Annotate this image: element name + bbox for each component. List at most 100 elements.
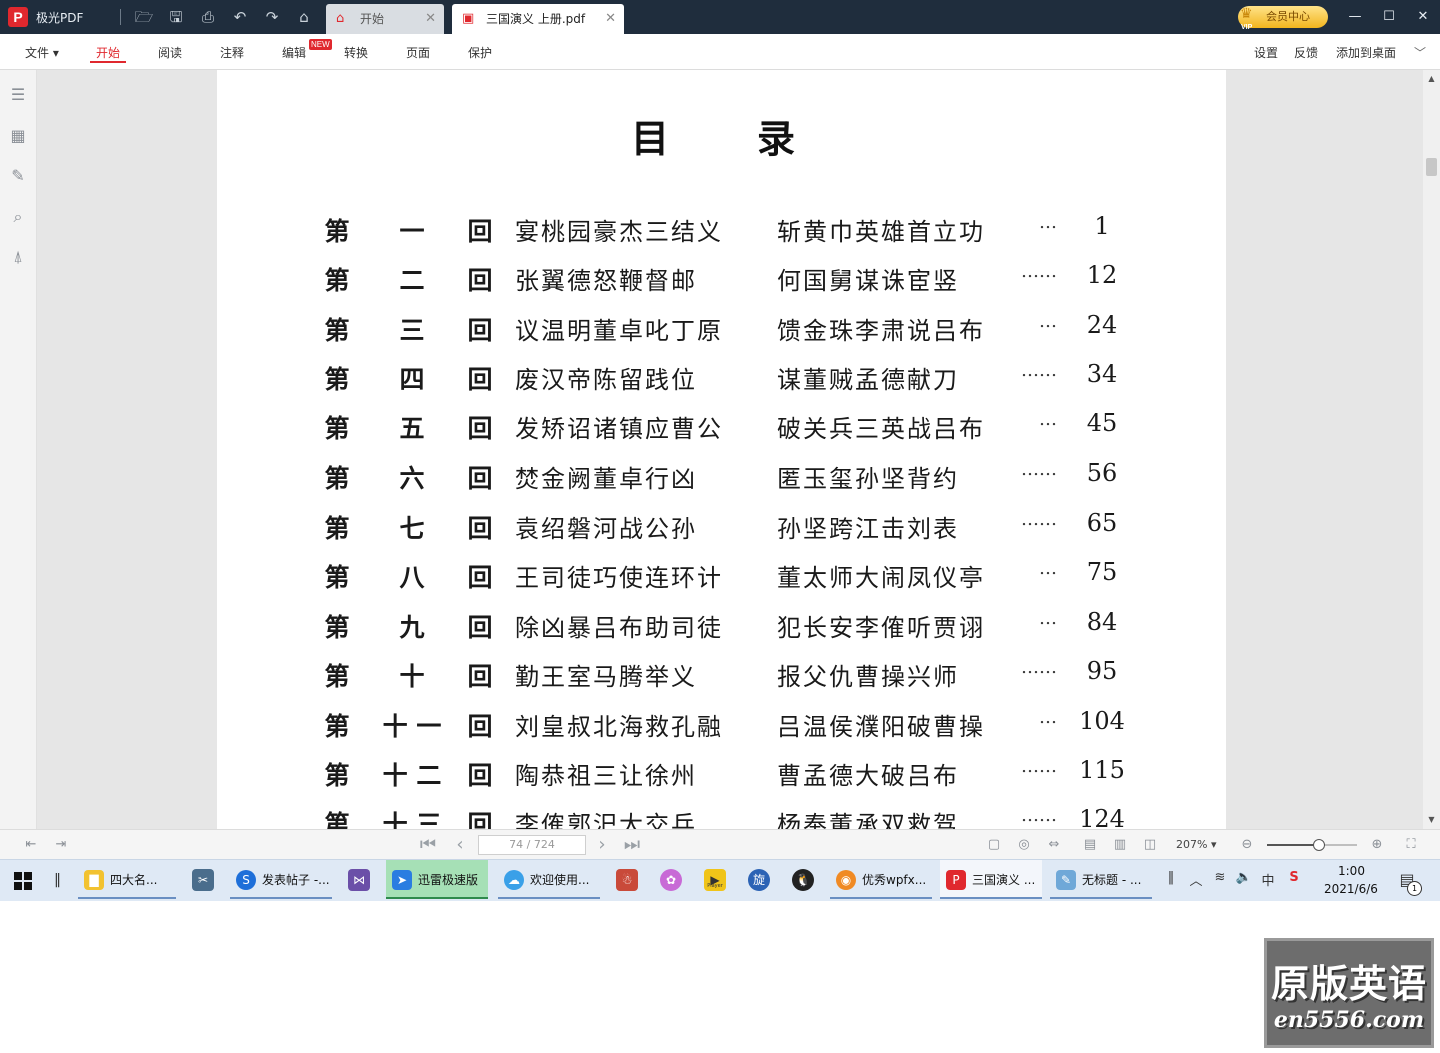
toc-leader-dots: …… (1021, 756, 1057, 777)
fullscreen-icon[interactable]: ⛶ (1402, 836, 1420, 854)
signature-icon[interactable]: ⍋ (7, 246, 29, 268)
thumbnails-icon[interactable]: ▦ (7, 125, 29, 147)
menu-read[interactable]: 阅读 (158, 44, 182, 61)
menu-settings[interactable]: 设置 (1254, 44, 1278, 61)
screenshot-tool-icon[interactable]: ✂ (192, 869, 214, 891)
toc-page-number: 75 (1086, 558, 1118, 586)
taskbar-item-wpf[interactable]: ◉ 优秀wpfx... (830, 860, 932, 899)
taskbar-item-pdf[interactable]: P 三国演义 ... (940, 860, 1042, 899)
media-player-icon[interactable]: ▶ Player (704, 869, 726, 891)
taskbar-item-paint[interactable]: ✎ 无标题 - ... (1050, 860, 1152, 899)
save-icon[interactable]: 🖫 (166, 7, 186, 27)
windows-start-icon[interactable] (14, 872, 32, 890)
taskbar: ‖ ▇ 四大名... ✂ S 发表帖子 -... ⋈ ➤ 迅雷极速版 ☁ 欢迎使… (0, 859, 1440, 901)
tab-document[interactable]: ▣ 三国演义 上册.pdf ✕ (452, 4, 624, 34)
qq-icon[interactable]: 🐧 (792, 869, 814, 891)
vip-center-button[interactable]: ♛ VIP 会员中心 (1238, 6, 1328, 31)
taskbar-item-underline (830, 897, 932, 899)
document-viewer[interactable]: 目录 第一回宴桃园豪杰三结义 斩黄巾英雄首立功… 1 第二回张翼德怒鞭督邮 何国舅谋诛宦… (37, 70, 1423, 829)
fit-width-icon[interactable]: ⇔ (1045, 836, 1063, 854)
menu-convert[interactable]: 转换 (344, 44, 368, 61)
tray-expand-icon[interactable]: ︿ (1187, 870, 1205, 889)
toc-chapter-suffix: 回 (467, 365, 493, 394)
toc-chapter-prefix: 第 (324, 217, 350, 246)
app-logo-icon: P (8, 7, 28, 27)
next-page-icon[interactable]: › (592, 834, 612, 856)
volume-icon[interactable]: 🔈 (1235, 870, 1253, 885)
open-folder-icon[interactable]: 🗁 (134, 7, 154, 27)
menu-annotate[interactable]: 注释 (220, 44, 244, 61)
two-page-icon[interactable]: ◫ (1141, 836, 1159, 854)
pdf-file-icon: ▣ (462, 11, 475, 26)
redo-icon[interactable]: ↷ (262, 7, 282, 27)
taskbar-item-browser[interactable]: S 发表帖子 -... (230, 860, 332, 899)
menu-edit[interactable]: 编辑 (282, 44, 306, 61)
app-penguin-hat-icon[interactable]: ☃ (616, 869, 638, 891)
scroll-down-icon[interactable]: ▼ (1423, 813, 1440, 827)
toc-leader-dots: … (1039, 608, 1057, 629)
status-bar: ⇤ ⇥ ⏮ ‹ › ⏭ ▢ ◎ ⇔ ▤ ▥ ◫ 207% ▾ ⊖ ⊕ ⛶ (0, 829, 1440, 860)
minimize-icon[interactable]: — (1346, 8, 1364, 26)
taskbar-item-welcome[interactable]: ☁ 欢迎使用... (498, 860, 600, 899)
single-page-icon[interactable]: ▤ (1081, 836, 1099, 854)
continuous-page-icon[interactable]: ▥ (1111, 836, 1129, 854)
zoom-slider-handle[interactable] (1313, 839, 1326, 851)
collapse-ribbon-icon[interactable]: ﹀ (1414, 44, 1426, 61)
toc-leader-dots: …… (1021, 657, 1057, 678)
toc-chapter-prefix: 第 (324, 662, 350, 691)
next-view-icon[interactable]: ⇥ (52, 836, 70, 854)
ime-indicator[interactable]: 中 (1259, 870, 1277, 889)
fit-page-icon[interactable]: ◎ (1015, 836, 1033, 854)
undo-icon[interactable]: ↶ (230, 7, 250, 27)
menu-add-to-desktop[interactable]: 添加到桌面 (1336, 44, 1396, 61)
menu-protect[interactable]: 保护 (468, 44, 492, 61)
network-icon[interactable]: ≋ (1211, 870, 1229, 885)
clock-date[interactable]: 2021/6/6 (1324, 882, 1378, 896)
tab-close-icon[interactable]: ✕ (425, 4, 436, 34)
taskbar-item-label: 四大名... (110, 873, 158, 887)
menu-page[interactable]: 页面 (406, 44, 430, 61)
taskbar-item-folder[interactable]: ▇ 四大名... (78, 860, 176, 899)
search-icon[interactable]: ⌕ (7, 206, 29, 228)
left-sidebar: ☰ ▦ ✎ ⌕ ⍋ (0, 70, 37, 829)
zoom-dropdown[interactable]: 207% ▾ (1176, 838, 1216, 851)
sogou-ime-icon[interactable]: S (1285, 870, 1303, 885)
menu-feedback[interactable]: 反馈 (1294, 44, 1318, 61)
vertical-scrollbar[interactable]: ▲ ▼ (1423, 70, 1440, 829)
print-icon[interactable]: ⎙ (198, 7, 218, 27)
prev-view-icon[interactable]: ⇤ (22, 836, 40, 854)
home-icon[interactable]: ⌂ (294, 7, 314, 27)
flower-app-icon[interactable]: ✿ (660, 869, 682, 891)
scrollbar-thumb[interactable] (1426, 158, 1437, 176)
menu-start[interactable]: 开始 (96, 44, 120, 61)
tab-home[interactable]: ⌂ 开始 ✕ (326, 4, 444, 34)
first-page-icon[interactable]: ⏮ (418, 834, 438, 856)
zoom-slider[interactable] (1267, 839, 1357, 851)
outline-icon[interactable]: ☰ (7, 84, 29, 106)
zoom-out-icon[interactable]: ⊖ (1238, 836, 1256, 854)
page-number-input[interactable] (478, 835, 586, 855)
toc-page-number: 45 (1086, 409, 1118, 437)
last-page-icon[interactable]: ⏭ (622, 834, 642, 856)
zoom-in-icon[interactable]: ⊕ (1368, 836, 1386, 854)
toc-title-second: 破关兵三英战吕布 (777, 415, 985, 443)
visual-studio-icon[interactable]: ⋈ (348, 869, 370, 891)
clock-time[interactable]: 1:00 (1338, 864, 1365, 878)
toc-leader-dots: …… (1021, 509, 1057, 530)
taskbar-item-label: 三国演义 ... (972, 873, 1036, 887)
maximize-icon[interactable]: ☐ (1380, 8, 1398, 26)
scroll-up-icon[interactable]: ▲ (1423, 72, 1440, 86)
pdf-app-icon: P (946, 870, 966, 890)
menu-file[interactable]: 文件 ▾ (25, 44, 59, 61)
task-view-icon[interactable]: ‖ (54, 872, 61, 888)
tab-close-icon[interactable]: ✕ (605, 4, 616, 34)
toc-page-number: 104 (1079, 707, 1125, 735)
toc-chapter-number: 三 (399, 316, 425, 345)
annotations-icon[interactable]: ✎ (7, 165, 29, 187)
close-icon[interactable]: ✕ (1414, 8, 1432, 26)
toc-chapter-prefix: 第 (324, 761, 350, 790)
taskbar-item-xunlei[interactable]: ➤ 迅雷极速版 (386, 860, 488, 899)
actual-size-icon[interactable]: ▢ (985, 836, 1003, 854)
rotate-app-icon[interactable]: 旋 (748, 869, 770, 891)
prev-page-icon[interactable]: ‹ (450, 834, 470, 856)
